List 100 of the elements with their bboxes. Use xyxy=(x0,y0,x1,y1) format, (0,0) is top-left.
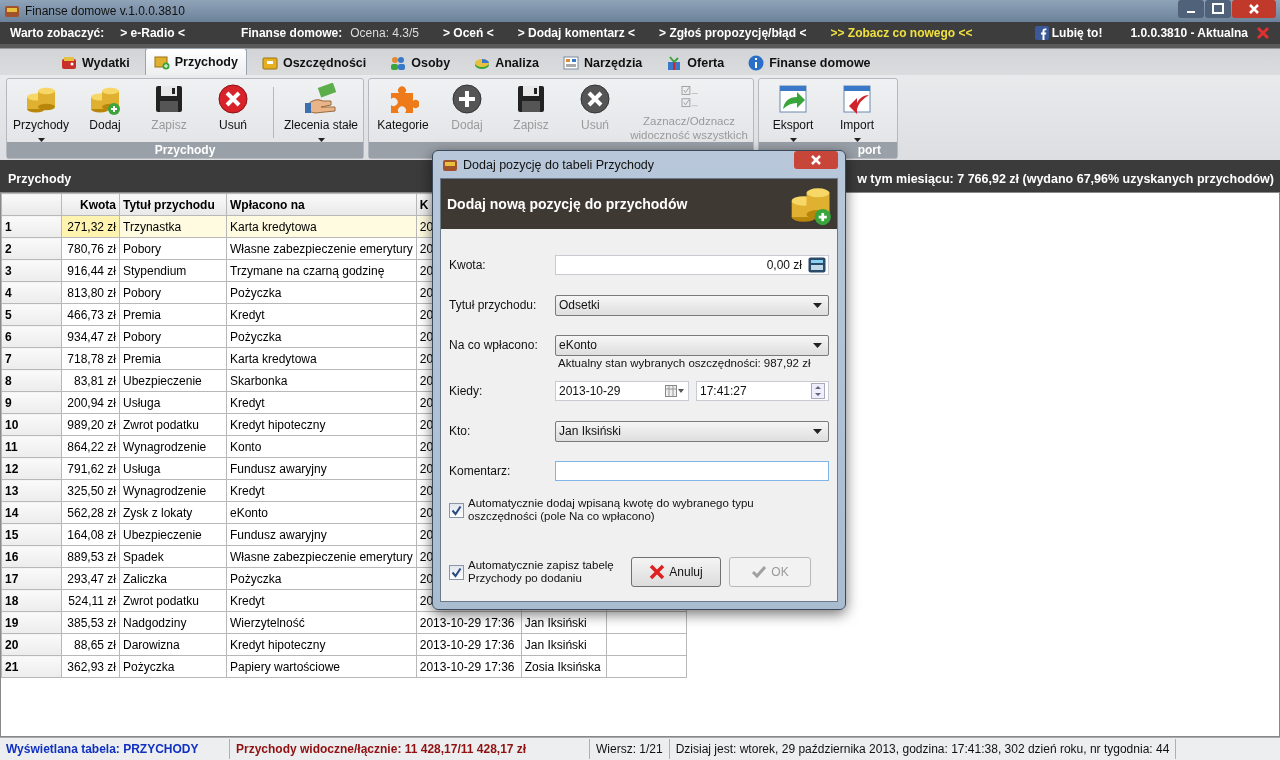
time-field[interactable]: 17:41:27 xyxy=(696,381,829,401)
table-cell: Pożyczka xyxy=(226,567,417,590)
row-header: 9 xyxy=(1,391,62,414)
maximize-button[interactable] xyxy=(1205,0,1231,18)
date-field[interactable]: 2013-10-29 xyxy=(555,381,689,401)
minimize-button[interactable] xyxy=(1178,0,1204,18)
caret-icon xyxy=(813,428,822,434)
row-header: 3 xyxy=(1,259,62,282)
table-cell: Skarbonka xyxy=(226,369,417,392)
column-header[interactable]: Tytuł przychodu xyxy=(119,193,227,216)
row-header: 7 xyxy=(1,347,62,370)
table-cell: 780,76 zł xyxy=(61,237,120,260)
check-icon xyxy=(451,505,462,516)
table-cell: 83,81 zł xyxy=(61,369,120,392)
tab[interactable]: Osoby xyxy=(381,50,460,75)
tab[interactable]: Analiza xyxy=(465,50,548,75)
table-cell: Pobory xyxy=(119,281,227,304)
table-cell: Zwrot podatku xyxy=(119,589,227,612)
toolbar-button[interactable]: Usuń xyxy=(201,81,265,142)
table-cell: Pożyczka xyxy=(119,655,227,678)
toolbar-button[interactable]: Dodaj xyxy=(73,81,137,142)
checkbox[interactable] xyxy=(449,565,464,580)
folder-icon xyxy=(261,55,278,71)
hand-money-icon xyxy=(305,83,337,115)
table-cell: Kredyt xyxy=(226,589,417,612)
table-cell: Ubezpieczenie xyxy=(119,523,227,546)
table-cell: Wynagrodzenie xyxy=(119,479,227,502)
table-cell: Trzymane na czarną godzinę xyxy=(226,259,417,282)
tab[interactable]: Oszczędności xyxy=(252,50,376,75)
table-cell: Jan Iksiński xyxy=(521,611,607,634)
column-header[interactable]: Kwota xyxy=(61,193,120,216)
like-link[interactable]: Lubię to! xyxy=(1051,26,1103,40)
row-header: 19 xyxy=(1,611,62,634)
table-cell: 293,47 zł xyxy=(61,567,120,590)
column-header[interactable]: Wpłacono na xyxy=(226,193,417,216)
table-cell: Darowizna xyxy=(119,633,227,656)
table-cell: 813,80 zł xyxy=(61,281,120,304)
people-icon xyxy=(390,55,407,71)
spinner-icon xyxy=(811,383,825,399)
tab[interactable]: Wydatki xyxy=(52,50,139,75)
table-cell: 562,28 zł xyxy=(61,501,120,524)
dropdown[interactable]: Jan Iksiński xyxy=(555,420,829,442)
toolbar-button[interactable]: Zlecenia stałe xyxy=(282,81,361,142)
delete-icon xyxy=(217,83,249,115)
close-button[interactable] xyxy=(1232,0,1276,18)
link[interactable]: > Zgłoś propozycję/błąd < xyxy=(659,26,807,40)
table-cell: Karta kredytowa xyxy=(226,215,417,238)
toolbar-button[interactable]: Kategorie xyxy=(371,81,435,142)
table-cell: Jan Iksiński xyxy=(521,633,607,656)
dropdown[interactable]: Odsetki xyxy=(555,294,829,316)
amount-field[interactable]: 0,00 zł xyxy=(555,255,829,275)
link[interactable]: > Oceń < xyxy=(443,26,494,40)
table-cell: Zwrot podatku xyxy=(119,413,227,436)
table-cell: Zaliczka xyxy=(119,567,227,590)
balance-text: Aktualny stan wybranych oszczędności: 987,92 zł xyxy=(557,357,812,371)
tab[interactable]: Finanse domowe xyxy=(739,50,880,75)
table-cell: 524,11 zł xyxy=(61,589,120,612)
window-title: Finanse domowe v.1.0.0.3810 xyxy=(25,4,186,18)
link[interactable]: >> Zobacz co nowego << xyxy=(830,26,973,40)
row-header: 13 xyxy=(1,479,62,502)
link[interactable]: > e-Radio < xyxy=(120,26,185,40)
toolbar-button[interactable]: Import xyxy=(825,81,889,142)
toolbar-button[interactable]: Przychody xyxy=(9,81,73,142)
add-icon xyxy=(451,83,483,115)
status-text: Wiersz: 1/21 xyxy=(590,739,670,759)
close-button[interactable] xyxy=(794,151,838,169)
table-cell: Nadgodziny xyxy=(119,611,227,634)
status-text: Dzisiaj jest: wtorek, 29 października 2013, godzina: 17:41:38, 302 dzień roku, nr tygodnia: 44 xyxy=(669,739,1177,759)
rating-text: Ocena: 4.3/5 xyxy=(350,26,419,40)
tab[interactable]: Przychody xyxy=(144,48,247,75)
checkbox[interactable] xyxy=(449,503,464,518)
row-header: 10 xyxy=(1,413,62,436)
table-cell: Zysk z lokaty xyxy=(119,501,227,524)
table-cell: 2013-10-29 17:36 xyxy=(416,633,522,656)
table-cell: 325,50 zł xyxy=(61,479,120,502)
toolbar-button[interactable]: Eksport xyxy=(761,81,825,142)
tab[interactable]: Narzędzia xyxy=(553,50,652,75)
table-cell: 718,78 zł xyxy=(61,347,120,370)
link[interactable]: > Dodaj komentarz < xyxy=(517,26,636,40)
dropdown[interactable]: eKonto xyxy=(555,334,829,356)
row-header: 14 xyxy=(1,501,62,524)
caret-icon xyxy=(813,302,822,308)
row-header: 2 xyxy=(1,237,62,260)
table-cell: Fundusz awaryjny xyxy=(226,523,417,546)
summary-text: w tym miesiącu: 7 766,92 zł (wydano 67,96% uzyskanych przychodów) xyxy=(857,172,1274,186)
row-header: 4 xyxy=(1,281,62,304)
table-cell: Kredyt xyxy=(226,303,417,326)
gift-icon xyxy=(666,55,683,71)
field-label: Kwota: xyxy=(449,257,487,274)
field-label: Komentarz: xyxy=(449,463,512,480)
table-cell: Usługa xyxy=(119,391,227,414)
calendar-icon xyxy=(665,385,685,397)
comment-field[interactable] xyxy=(555,461,829,481)
dialog-header: Dodaj nową pozycję do przychodów xyxy=(441,179,837,229)
table-cell: Pobory xyxy=(119,325,227,348)
table-cell: Stypendium xyxy=(119,259,227,282)
cancel-button[interactable]: Anuluj xyxy=(631,557,721,587)
import-icon xyxy=(841,83,873,115)
row-header: 11 xyxy=(1,435,62,458)
tab[interactable]: Oferta xyxy=(657,50,734,75)
